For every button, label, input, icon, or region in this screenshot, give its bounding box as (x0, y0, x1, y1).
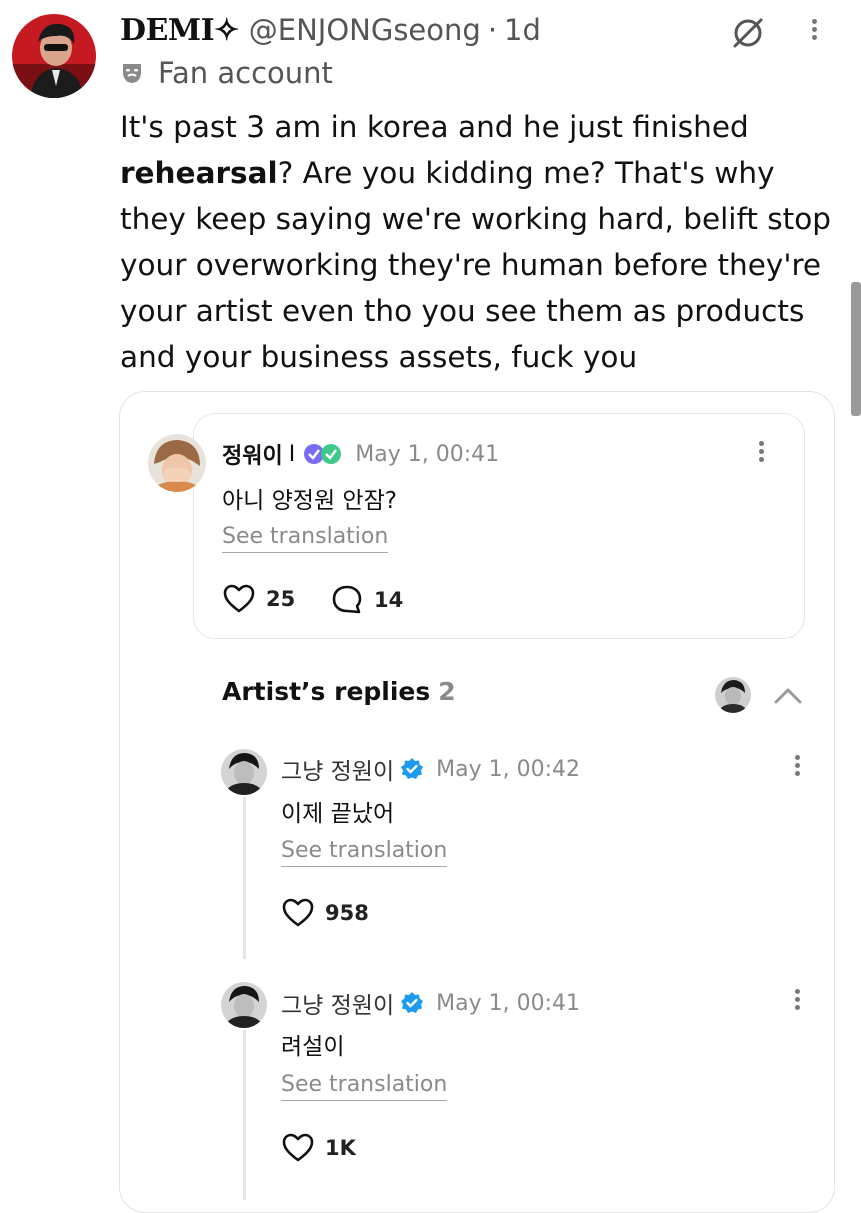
tweet-text-start: It's past 3 am in korea and he just fini… (120, 110, 749, 144)
comment-count: 14 (374, 588, 404, 612)
see-translation-link[interactable]: See translation (281, 838, 448, 867)
quoted-post-text: 아니 양정원 안잠? (222, 488, 397, 514)
like-count: 25 (266, 587, 296, 611)
user-handle[interactable]: @ENJONGseong (249, 13, 481, 47)
heart-icon (223, 584, 255, 613)
thread-line (243, 1030, 246, 1200)
artist-replies-count: 2 (438, 677, 456, 706)
tweet-header: DEMI✧ @ENJONGseong · 1d (120, 8, 541, 52)
scrollbar[interactable] (851, 282, 861, 416)
heart-icon (282, 898, 314, 927)
quoted-post-header: 정워이 I May 1, 00:41 (222, 438, 499, 470)
fan-account-text: Fan account (158, 56, 333, 90)
account-label: Fan account (120, 56, 333, 90)
reply-header: 그냥 정원이 May 1, 00:41 (281, 986, 580, 1020)
see-translation-link[interactable]: See translation (222, 524, 389, 553)
tweet-text: It's past 3 am in korea and he just fini… (120, 104, 845, 380)
reply-time: May 1, 00:41 (436, 990, 580, 1016)
reply-like-button[interactable]: 958 (281, 898, 369, 928)
reply-text: 려설이 (281, 1034, 345, 1060)
membership-badge-icon (304, 444, 342, 464)
quoted-like-button[interactable]: 25 (222, 584, 295, 614)
like-count: 958 (325, 901, 369, 925)
quoted-more-icon[interactable] (759, 438, 764, 465)
reply-time: May 1, 00:42 (436, 756, 580, 782)
name-separator: I (288, 441, 296, 467)
reply-more-icon[interactable] (795, 986, 800, 1013)
quoted-author-name[interactable]: 정워이 (222, 438, 283, 470)
heart-icon (282, 1133, 314, 1162)
chevron-up-icon[interactable] (772, 684, 804, 710)
reply-more-icon[interactable] (795, 752, 800, 779)
quoted-post-time: May 1, 00:41 (355, 441, 500, 467)
reply-author-name[interactable]: 그냥 정원이 (281, 752, 394, 786)
more-options-icon[interactable] (812, 16, 817, 43)
reply-author-name[interactable]: 그냥 정원이 (281, 986, 394, 1020)
reply-like-button[interactable]: 1K (281, 1133, 356, 1163)
verified-badge-icon (401, 758, 424, 779)
slashed-circle-icon[interactable] (728, 13, 768, 57)
author-avatar[interactable] (12, 14, 96, 98)
reply-author-avatar[interactable] (221, 982, 267, 1028)
reply-header: 그냥 정원이 May 1, 00:42 (281, 752, 580, 786)
comment-icon (332, 585, 362, 614)
artist-avatar-small (715, 677, 751, 713)
mask-icon (123, 64, 141, 83)
verified-badge-icon (401, 992, 424, 1013)
reply-text: 이제 끝났어 (281, 801, 395, 827)
reply-author-avatar[interactable] (221, 749, 267, 795)
see-translation-link[interactable]: See translation (281, 1072, 448, 1101)
artist-replies-header[interactable]: Artist’s replies 2 (222, 677, 456, 706)
like-count: 1K (325, 1136, 356, 1160)
quoted-comment-button[interactable]: 14 (330, 584, 403, 616)
separator-dot: · (487, 13, 498, 47)
artist-replies-title: Artist’s replies (222, 677, 431, 706)
quoted-author-avatar[interactable] (148, 434, 206, 492)
thread-line (243, 797, 246, 959)
timestamp[interactable]: 1d (504, 13, 541, 47)
tweet-text-bold: rehearsal (120, 156, 278, 190)
display-name[interactable]: DEMI✧ (120, 13, 239, 48)
